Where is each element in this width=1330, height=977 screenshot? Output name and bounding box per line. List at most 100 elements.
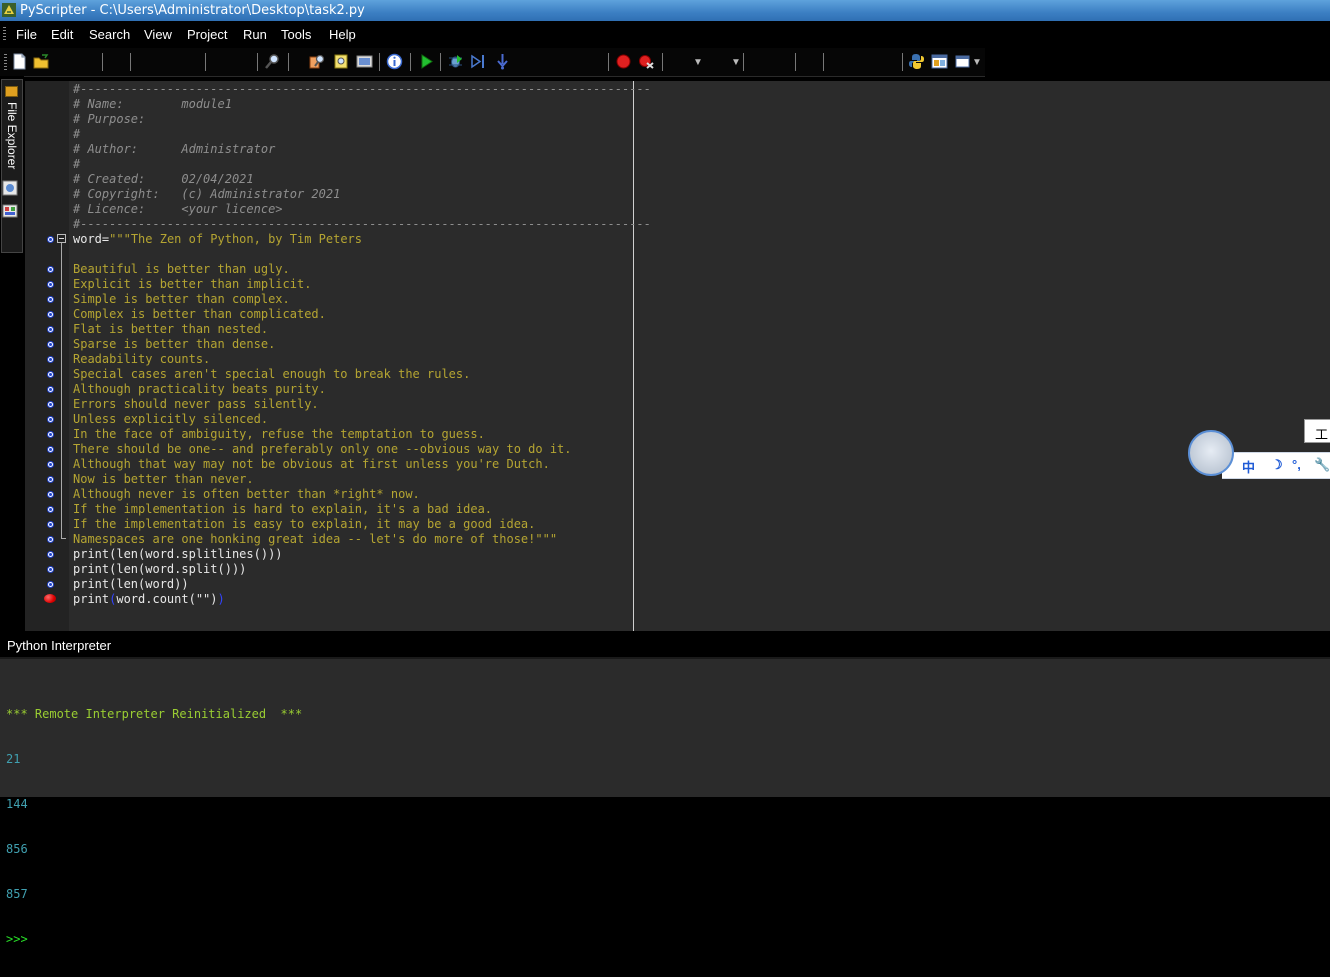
string-literal: Complex is better than complicated.: [73, 307, 326, 321]
tab-file-explorer[interactable]: File Explorer: [1, 79, 23, 253]
code-line: # Name: module1: [73, 97, 1313, 112]
code-editor[interactable]: #---------------------------------------…: [25, 81, 1330, 631]
menu-edit[interactable]: Edit: [51, 27, 73, 42]
code-line: Namespaces are one honking great idea --…: [73, 532, 1313, 547]
breakpoint-marker-icon[interactable]: [47, 476, 54, 483]
run-to-cursor-icon[interactable]: [470, 53, 487, 70]
run-icon[interactable]: [418, 53, 435, 70]
code-line: Readability counts.: [73, 352, 1313, 367]
step-into-icon[interactable]: [494, 53, 511, 70]
new-file-icon[interactable]: [11, 53, 28, 70]
menu-file[interactable]: File: [16, 27, 37, 42]
breakpoint-marker-icon[interactable]: [47, 266, 54, 273]
menu-grip-handle[interactable]: [3, 27, 6, 42]
menu-view[interactable]: View: [144, 27, 172, 42]
breakpoint-marker-icon[interactable]: [47, 386, 54, 393]
breakpoint-marker-icon[interactable]: [47, 296, 54, 303]
info-icon[interactable]: [386, 53, 403, 70]
screenshot-icon[interactable]: [356, 53, 373, 70]
code-line: Special cases aren't special enough to b…: [73, 367, 1313, 382]
fold-end-marker: [61, 538, 66, 539]
breakpoint-marker-icon[interactable]: [47, 236, 54, 243]
chevron-down-icon[interactable]: ▼: [731, 57, 741, 68]
code-explorer-icon[interactable]: [2, 180, 18, 196]
code-line: Complex is better than complicated.: [73, 307, 1313, 322]
code-statement: print(len(word)): [73, 577, 189, 591]
replace-icon[interactable]: [333, 53, 350, 70]
chevron-down-icon[interactable]: ▼: [693, 57, 703, 68]
breakpoint-marker-icon[interactable]: [47, 326, 54, 333]
string-literal: Now is better than never.: [73, 472, 254, 486]
ime-settings-icon[interactable]: 🔧: [1314, 457, 1330, 473]
breakpoint-marker-icon[interactable]: [47, 461, 54, 468]
breakpoint-marker-icon[interactable]: [47, 566, 54, 573]
breakpoint-marker-icon[interactable]: [47, 401, 54, 408]
menu-bar: File Edit Search View Project Run Tools …: [0, 21, 1330, 48]
debug-icon[interactable]: [447, 53, 464, 70]
interpreter-prompt[interactable]: >>>: [6, 932, 302, 947]
fold-toggle-icon[interactable]: [57, 234, 66, 243]
breakpoint-marker-icon[interactable]: [47, 356, 54, 363]
code-line: Sparse is better than dense.: [73, 337, 1313, 352]
toolbar-grip-handle[interactable]: [4, 54, 7, 70]
breakpoint-marker-icon[interactable]: [47, 521, 54, 528]
menu-search[interactable]: Search: [89, 27, 130, 42]
ime-chinese-mode-icon[interactable]: 中: [1242, 457, 1255, 476]
breakpoint-marker-icon[interactable]: [47, 416, 54, 423]
breakpoint-icon[interactable]: [44, 594, 56, 603]
code-line: print(len(word)): [73, 577, 1313, 592]
ime-moon-icon[interactable]: ☽: [1271, 457, 1283, 473]
comment-text: #---------------------------------------…: [73, 82, 651, 96]
breakpoint-marker-icon[interactable]: [47, 341, 54, 348]
interpreter-console[interactable]: *** Remote Interpreter Reinitialized ***…: [0, 657, 1330, 946]
breakpoint-marker-icon[interactable]: [47, 506, 54, 513]
code-line: Although that way may not be obvious at …: [73, 457, 1313, 472]
breakpoint-marker-icon[interactable]: [47, 311, 54, 318]
window-layout-dropdown-icon[interactable]: [955, 53, 972, 70]
toolbar-area: [0, 48, 985, 77]
toolbar-separator: [379, 53, 380, 71]
layout-icon[interactable]: [931, 53, 948, 70]
breakpoint-marker-icon[interactable]: [47, 491, 54, 498]
ime-avatar[interactable]: [1188, 430, 1234, 476]
open-file-icon[interactable]: [33, 53, 50, 70]
string-literal: Although never is often better than *rig…: [73, 487, 420, 501]
chevron-down-icon[interactable]: ▼: [972, 57, 982, 68]
python-versions-icon[interactable]: [908, 53, 925, 70]
string-literal: Although that way may not be obvious at …: [73, 457, 550, 471]
breakpoint-marker-icon[interactable]: [47, 551, 54, 558]
editor-gutter[interactable]: [25, 81, 69, 631]
code-area[interactable]: #---------------------------------------…: [73, 82, 1313, 607]
code-line: Now is better than never.: [73, 472, 1313, 487]
clear-breakpoints-icon[interactable]: [638, 53, 655, 70]
comment-text: #---------------------------------------…: [73, 217, 651, 231]
string-literal: There should be one-- and preferably onl…: [73, 442, 572, 456]
code-line: #: [73, 127, 1313, 142]
breakpoint-marker-icon[interactable]: [47, 371, 54, 378]
breakpoint-marker-icon[interactable]: [47, 536, 54, 543]
menu-run[interactable]: Run: [243, 27, 267, 42]
ime-punctuation-icon[interactable]: °,: [1292, 457, 1301, 472]
breakpoint-marker-icon[interactable]: [47, 281, 54, 288]
code-line: Simple is better than complex.: [73, 292, 1313, 307]
toolbar-separator: [795, 53, 796, 71]
find-icon[interactable]: [264, 53, 281, 70]
breakpoint-marker-icon[interactable]: [47, 431, 54, 438]
menu-help[interactable]: Help: [329, 27, 356, 42]
breakpoint-marker-icon[interactable]: [47, 446, 54, 453]
code-line: Errors should never pass silently.: [73, 397, 1313, 412]
output-line: 856: [6, 842, 28, 856]
menu-project[interactable]: Project: [187, 27, 227, 42]
menu-tools[interactable]: Tools: [281, 27, 311, 42]
toggle-breakpoint-icon[interactable]: [615, 53, 632, 70]
breakpoint-marker-icon[interactable]: [47, 581, 54, 588]
toolbar-separator: [257, 53, 258, 71]
string-literal: In the face of ambiguity, refuse the tem…: [73, 427, 485, 441]
code-line: In the face of ambiguity, refuse the tem…: [73, 427, 1313, 442]
ime-toolbar[interactable]: 中 ☽ °, 🔧: [1222, 452, 1330, 479]
project-explorer-icon[interactable]: [2, 203, 18, 219]
comment-text: # Created: 02/04/2021: [73, 172, 254, 186]
pyscripter-app-icon: [2, 3, 16, 17]
ime-widget[interactable]: 工 中 ☽ °, 🔧: [1186, 419, 1330, 480]
find-in-files-icon[interactable]: [309, 53, 326, 70]
